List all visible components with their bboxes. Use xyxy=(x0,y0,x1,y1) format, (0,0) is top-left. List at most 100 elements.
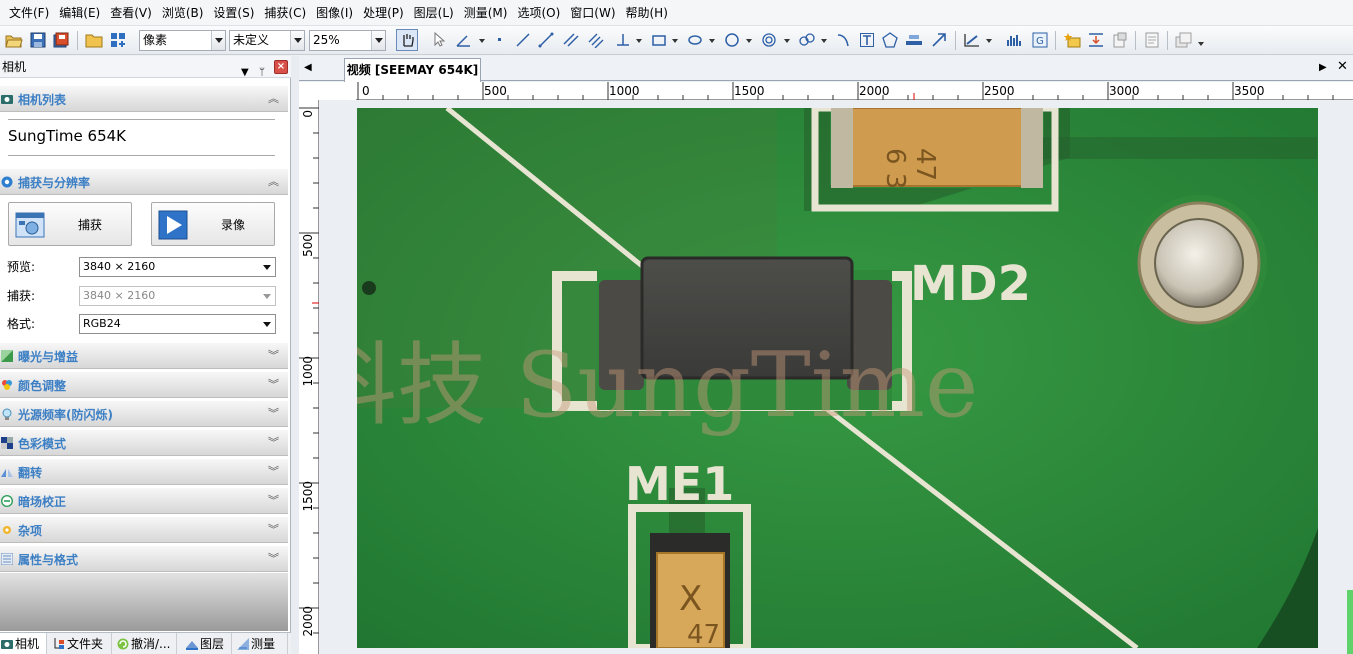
panel-menu-icon[interactable]: ▼ xyxy=(241,62,249,84)
histogram-icon[interactable] xyxy=(1004,29,1026,51)
section-capture-resolution[interactable]: 捕获与分辨率 ︽ xyxy=(0,169,288,195)
polygon-tool-icon[interactable] xyxy=(879,29,901,51)
pin-icon[interactable]: ᛘ xyxy=(259,62,265,84)
tab-camera[interactable]: 相机 xyxy=(0,633,47,654)
circle-tool-icon[interactable] xyxy=(721,29,743,51)
expand-icon[interactable]: ︾ xyxy=(268,550,279,566)
hand-pan-icon[interactable] xyxy=(396,29,418,51)
expand-icon[interactable]: ︾ xyxy=(268,405,279,421)
tab-video[interactable]: 视频 [SEEMAY 654K] xyxy=(344,58,481,82)
section-color-adjust[interactable]: 颜色调整 ︾ xyxy=(0,372,288,398)
tab-undo[interactable]: 撤消/... xyxy=(116,633,177,654)
chevron-down-icon[interactable] xyxy=(746,39,752,46)
scale-bar-icon[interactable] xyxy=(903,29,925,51)
point-tool-icon[interactable] xyxy=(489,29,511,51)
section-dark-field[interactable]: 暗场校正 ︾ xyxy=(0,488,288,514)
section-properties-format[interactable]: 属性与格式 ︾ xyxy=(0,546,288,572)
component-mark: X xyxy=(679,579,702,619)
preview-resolution-select[interactable]: 3840 × 2160 xyxy=(79,257,276,277)
grid-icon[interactable] xyxy=(107,29,129,51)
chevron-down-icon[interactable] xyxy=(636,39,642,46)
section-color-mode[interactable]: 色彩模式 ︾ xyxy=(0,430,288,456)
chevron-down-icon[interactable] xyxy=(479,39,485,46)
silkscreen-label: MD2 xyxy=(910,256,1031,312)
menu-layer[interactable]: 图层(L) xyxy=(409,0,459,26)
expand-icon[interactable]: ︾ xyxy=(268,434,279,450)
menu-settings[interactable]: 设置(S) xyxy=(208,0,259,26)
toolbar-separator xyxy=(1167,31,1168,50)
panel-splitter[interactable] xyxy=(291,56,299,654)
window-icon[interactable] xyxy=(1173,29,1195,51)
menu-window[interactable]: 窗口(W) xyxy=(565,0,620,26)
section-camera-list[interactable]: 相机列表 ︽ xyxy=(0,86,288,112)
section-flip[interactable]: 翻转 ︾ xyxy=(0,459,288,485)
scroll-right-icon[interactable]: ▶ xyxy=(1319,62,1327,73)
calibration-select[interactable]: 未定义 xyxy=(229,30,305,51)
menu-image[interactable]: 图像(I) xyxy=(311,0,358,26)
expand-icon[interactable]: ︾ xyxy=(268,347,279,363)
camera-live-view[interactable]: MD2 ME1 47 6 3 X 47 显科技 SungTime xyxy=(357,108,1318,648)
align-icon[interactable] xyxy=(1085,29,1107,51)
gain-icon[interactable]: G xyxy=(1029,29,1051,51)
menu-view[interactable]: 查看(V) xyxy=(105,0,157,26)
collapse-icon[interactable]: ︽ xyxy=(268,173,279,189)
menu-measure[interactable]: 测量(M) xyxy=(459,0,513,26)
section-misc[interactable]: 杂项 ︾ xyxy=(0,517,288,543)
chevron-down-icon[interactable] xyxy=(672,39,678,46)
tab-layers[interactable]: 图层 xyxy=(185,633,232,654)
star-layer-icon[interactable] xyxy=(1061,29,1083,51)
notes-icon[interactable] xyxy=(1141,29,1163,51)
format-select[interactable]: RGB24 xyxy=(79,314,276,334)
record-button[interactable]: 录像 xyxy=(151,202,275,246)
perpendicular-tool-icon[interactable] xyxy=(612,29,634,51)
save-all-icon[interactable] xyxy=(50,29,72,51)
folder-icon[interactable] xyxy=(83,29,105,51)
concentric-tool-icon[interactable] xyxy=(758,29,780,51)
section-light-frequency[interactable]: 光源频率(防闪烁) ︾ xyxy=(0,401,288,427)
tab-folder[interactable]: 文件夹 xyxy=(52,633,112,654)
arrow-line-tool-icon[interactable] xyxy=(535,29,557,51)
save-icon[interactable] xyxy=(27,29,49,51)
menu-file[interactable]: 文件(F) xyxy=(4,0,54,26)
export-icon[interactable] xyxy=(1109,29,1131,51)
collapse-icon[interactable]: ︽ xyxy=(268,90,279,106)
menu-process[interactable]: 处理(P) xyxy=(358,0,409,26)
expand-icon[interactable]: ︾ xyxy=(268,492,279,508)
menu-edit[interactable]: 编辑(E) xyxy=(54,0,105,26)
select-arrow-icon[interactable] xyxy=(428,29,450,51)
chevron-down-icon[interactable] xyxy=(821,39,827,46)
ellipse-tool-icon[interactable] xyxy=(684,29,706,51)
chevron-down-icon[interactable] xyxy=(1198,42,1204,49)
line-tool-icon[interactable] xyxy=(512,29,534,51)
scroll-left-icon[interactable]: ◀ xyxy=(304,62,312,73)
text-tool-icon[interactable] xyxy=(856,29,878,51)
section-exposure-gain[interactable]: 曝光与增益 ︾ xyxy=(0,343,288,369)
parallel-tool-icon[interactable] xyxy=(560,29,582,51)
chevron-down-icon[interactable] xyxy=(986,39,992,46)
menu-browse[interactable]: 浏览(B) xyxy=(157,0,209,26)
chevron-down-icon[interactable] xyxy=(784,39,790,46)
close-icon[interactable]: ✕ xyxy=(1337,59,1348,74)
snap-button[interactable]: 捕获 xyxy=(8,202,132,246)
close-icon[interactable]: × xyxy=(274,60,288,74)
two-circle-tool-icon[interactable] xyxy=(796,29,818,51)
expand-icon[interactable]: ︾ xyxy=(268,376,279,392)
expand-icon[interactable]: ︾ xyxy=(268,463,279,479)
unit-select[interactable]: 像素 xyxy=(139,30,226,51)
expand-icon[interactable]: ︾ xyxy=(268,521,279,537)
arrow-tool-icon[interactable] xyxy=(928,29,950,51)
multi-parallel-tool-icon[interactable] xyxy=(585,29,607,51)
tab-measure[interactable]: 测量 xyxy=(236,633,288,654)
camera-list-item[interactable]: SungTime 654K xyxy=(8,127,126,145)
menu-capture[interactable]: 捕获(C) xyxy=(259,0,311,26)
rectangle-tool-icon[interactable] xyxy=(648,29,670,51)
menu-options[interactable]: 选项(O) xyxy=(512,0,565,26)
angle-tool-icon[interactable] xyxy=(452,29,474,51)
calibration-icon[interactable] xyxy=(961,29,983,51)
zoom-select[interactable]: 25% xyxy=(309,30,386,51)
scrollbar[interactable] xyxy=(1347,590,1353,654)
menu-help[interactable]: 帮助(H) xyxy=(621,0,673,26)
chevron-down-icon[interactable] xyxy=(709,39,715,46)
arc-tool-icon[interactable] xyxy=(832,29,854,51)
open-icon[interactable] xyxy=(3,29,25,51)
